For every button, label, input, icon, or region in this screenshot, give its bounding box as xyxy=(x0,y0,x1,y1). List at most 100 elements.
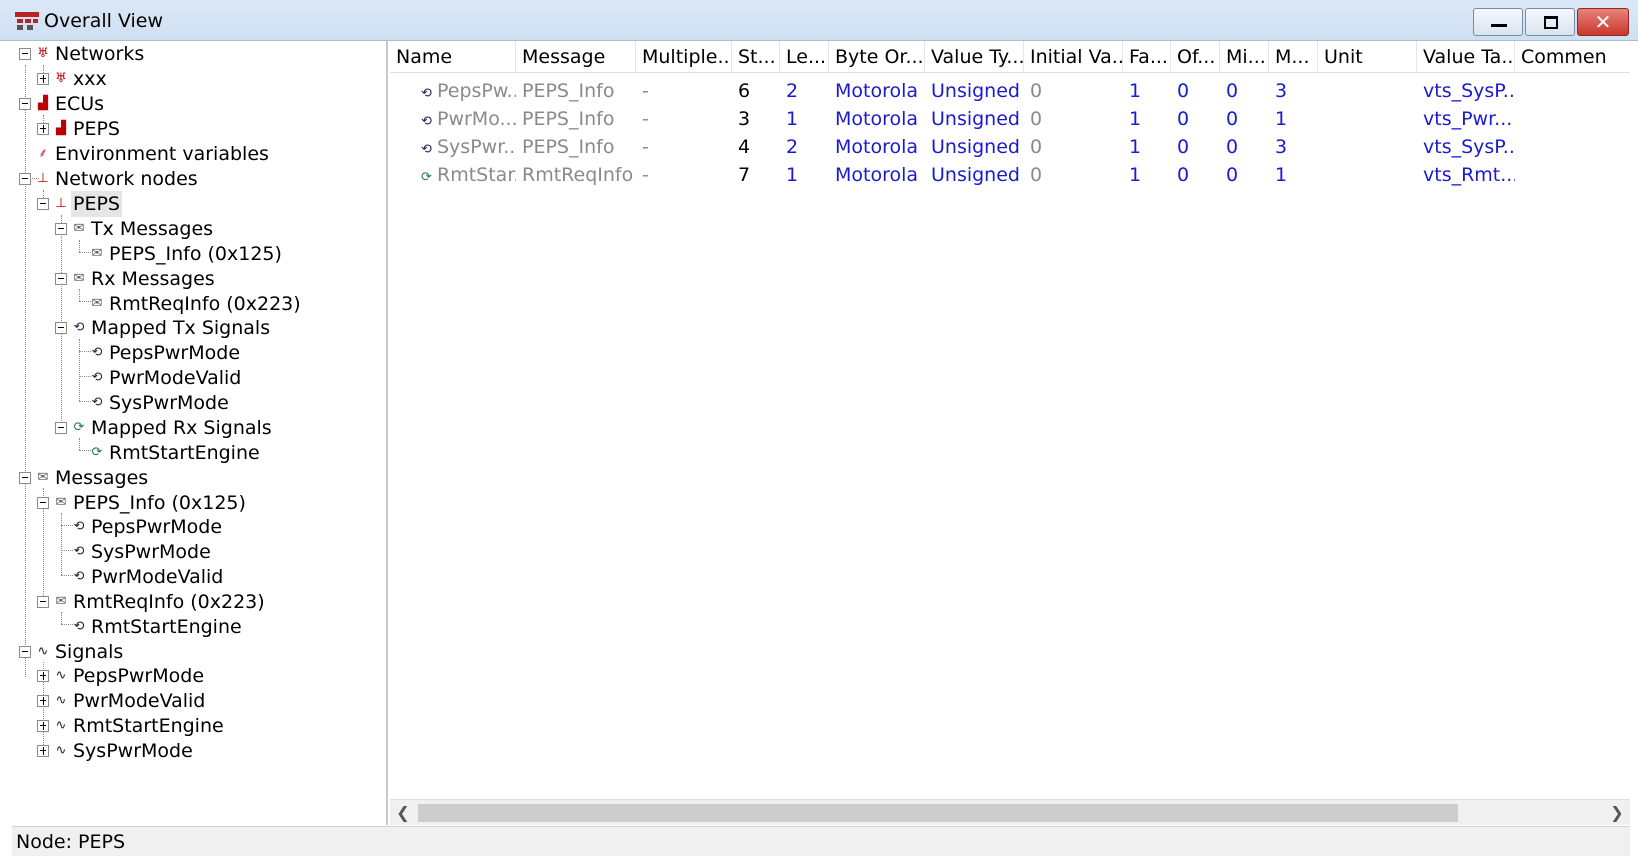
cell-maximum[interactable]: 3 xyxy=(1269,133,1318,161)
collapse-icon[interactable] xyxy=(19,472,31,484)
cell-byte-order[interactable]: Motorola xyxy=(829,77,925,105)
cell-unit[interactable] xyxy=(1318,105,1417,133)
column-header-startbit[interactable]: St... xyxy=(732,41,780,73)
cell-maximum[interactable]: 1 xyxy=(1269,105,1318,133)
cell-value-type[interactable]: Unsigned xyxy=(925,77,1024,105)
cell-unit[interactable] xyxy=(1318,77,1417,105)
tx-signal-icon: ⟲ xyxy=(73,320,85,335)
cell-maximum[interactable]: 3 xyxy=(1269,77,1318,105)
column-header-multiplexor[interactable]: Multiple... xyxy=(636,41,732,73)
column-header-message[interactable]: Message xyxy=(516,41,636,73)
cell-minimum[interactable]: 0 xyxy=(1220,77,1269,105)
expand-icon[interactable] xyxy=(37,123,49,135)
cell-value-table[interactable]: vts_SysP... xyxy=(1417,133,1515,161)
cell-startbit[interactable]: 6 xyxy=(732,77,780,105)
scrollbar-thumb[interactable] xyxy=(418,804,1458,822)
collapse-icon[interactable] xyxy=(55,223,67,235)
table-row[interactable]: ⟳ RmtStar... RmtReqInfo - 7 1 Motorola Un… xyxy=(390,161,1630,189)
cell-byte-order[interactable]: Motorola xyxy=(829,105,925,133)
horizontal-scrollbar[interactable]: ❮ ❯ xyxy=(390,799,1630,825)
cell-minimum[interactable]: 0 xyxy=(1220,161,1269,189)
collapse-icon[interactable] xyxy=(55,322,67,334)
column-header-name[interactable]: Name xyxy=(390,41,516,73)
maximize-button[interactable] xyxy=(1525,8,1575,36)
table-row[interactable]: ⟲ SysPwr... PEPS_Info - 4 2 Motorola Unsi… xyxy=(390,133,1630,161)
message-icon: ✉ xyxy=(55,495,67,510)
collapse-icon[interactable] xyxy=(37,596,49,608)
message-icon: ✉ xyxy=(37,470,49,485)
cell-multiplexor: - xyxy=(642,136,649,158)
tree-label: Environment variables xyxy=(55,143,269,165)
minimize-button[interactable] xyxy=(1473,8,1523,36)
cell-value-table[interactable]: vts_Rmt... xyxy=(1417,161,1515,189)
scroll-left-icon[interactable]: ❮ xyxy=(390,800,416,825)
tx-signal-icon: ⟲ xyxy=(91,370,103,385)
tree-panel[interactable]: ♅ Networks ♅ xxx ▟ ECUs ▟ PEPS ⸙ Environ… xyxy=(14,41,388,825)
table-row[interactable]: ⟲ PwrMo... PEPS_Info - 3 1 Motorola Unsig… xyxy=(390,105,1630,133)
cell-initial-value[interactable]: 0 xyxy=(1024,77,1123,105)
title-bar: Overall View ✕ xyxy=(0,0,1638,41)
cell-offset[interactable]: 0 xyxy=(1171,77,1220,105)
column-header-value-table[interactable]: Value Ta... xyxy=(1417,41,1515,73)
collapse-icon[interactable] xyxy=(55,422,67,434)
column-header-byte-order[interactable]: Byte Or... xyxy=(829,41,925,73)
close-button[interactable]: ✕ xyxy=(1577,8,1629,36)
collapse-icon[interactable] xyxy=(37,497,49,509)
column-header-value-type[interactable]: Value Ty... xyxy=(925,41,1024,73)
signal-grid[interactable]: Name Message Multiple... St... Le... Byt… xyxy=(390,41,1630,825)
cell-length[interactable]: 1 xyxy=(780,161,829,189)
cell-startbit[interactable]: 4 xyxy=(732,133,780,161)
collapse-icon[interactable] xyxy=(37,198,49,210)
collapse-icon[interactable] xyxy=(19,173,31,185)
tree-label: Signals xyxy=(55,641,124,663)
cell-initial-value[interactable]: 0 xyxy=(1024,161,1123,189)
collapse-icon[interactable] xyxy=(19,98,31,110)
cell-offset[interactable]: 0 xyxy=(1171,105,1220,133)
expand-icon[interactable] xyxy=(37,670,49,682)
tree-label: PepsPwrMode xyxy=(73,665,205,687)
cell-length[interactable]: 2 xyxy=(780,77,829,105)
cell-initial-value[interactable]: 0 xyxy=(1024,105,1123,133)
cell-minimum[interactable]: 0 xyxy=(1220,133,1269,161)
column-header-maximum[interactable]: M... xyxy=(1269,41,1318,73)
cell-factor[interactable]: 1 xyxy=(1123,161,1171,189)
cell-startbit[interactable]: 3 xyxy=(732,105,780,133)
column-header-minimum[interactable]: Mi... xyxy=(1220,41,1269,73)
column-header-comment[interactable]: Commen xyxy=(1515,41,1630,73)
table-row[interactable]: ⟲ PepsPw... PEPS_Info - 6 2 Motorola Unsi… xyxy=(390,77,1630,105)
cell-byte-order[interactable]: Motorola xyxy=(829,161,925,189)
cell-factor[interactable]: 1 xyxy=(1123,77,1171,105)
column-header-unit[interactable]: Unit xyxy=(1318,41,1417,73)
collapse-icon[interactable] xyxy=(19,646,31,658)
scroll-right-icon[interactable]: ❯ xyxy=(1604,800,1630,825)
cell-value-type[interactable]: Unsigned xyxy=(925,105,1024,133)
column-header-offset[interactable]: Of... xyxy=(1171,41,1220,73)
cell-factor[interactable]: 1 xyxy=(1123,133,1171,161)
cell-unit[interactable] xyxy=(1318,161,1417,189)
expand-icon[interactable] xyxy=(37,745,49,757)
cell-value-type[interactable]: Unsigned xyxy=(925,161,1024,189)
cell-value-table[interactable]: vts_Pwr... xyxy=(1417,105,1515,133)
cell-length[interactable]: 2 xyxy=(780,133,829,161)
cell-startbit[interactable]: 7 xyxy=(732,161,780,189)
cell-length[interactable]: 1 xyxy=(780,105,829,133)
column-header-initial-value[interactable]: Initial Va... xyxy=(1024,41,1123,73)
cell-value-type[interactable]: Unsigned xyxy=(925,133,1024,161)
cell-byte-order[interactable]: Motorola xyxy=(829,133,925,161)
expand-icon[interactable] xyxy=(37,73,49,85)
cell-message: PEPS_Info xyxy=(522,108,615,130)
cell-offset[interactable]: 0 xyxy=(1171,161,1220,189)
cell-value-table[interactable]: vts_SysP... xyxy=(1417,77,1515,105)
expand-icon[interactable] xyxy=(37,695,49,707)
cell-offset[interactable]: 0 xyxy=(1171,133,1220,161)
column-header-factor[interactable]: Fa... xyxy=(1123,41,1171,73)
collapse-icon[interactable] xyxy=(19,48,31,60)
cell-factor[interactable]: 1 xyxy=(1123,105,1171,133)
collapse-icon[interactable] xyxy=(55,273,67,285)
column-header-length[interactable]: Le... xyxy=(780,41,829,73)
cell-minimum[interactable]: 0 xyxy=(1220,105,1269,133)
cell-unit[interactable] xyxy=(1318,133,1417,161)
cell-maximum[interactable]: 1 xyxy=(1269,161,1318,189)
cell-initial-value[interactable]: 0 xyxy=(1024,133,1123,161)
expand-icon[interactable] xyxy=(37,720,49,732)
